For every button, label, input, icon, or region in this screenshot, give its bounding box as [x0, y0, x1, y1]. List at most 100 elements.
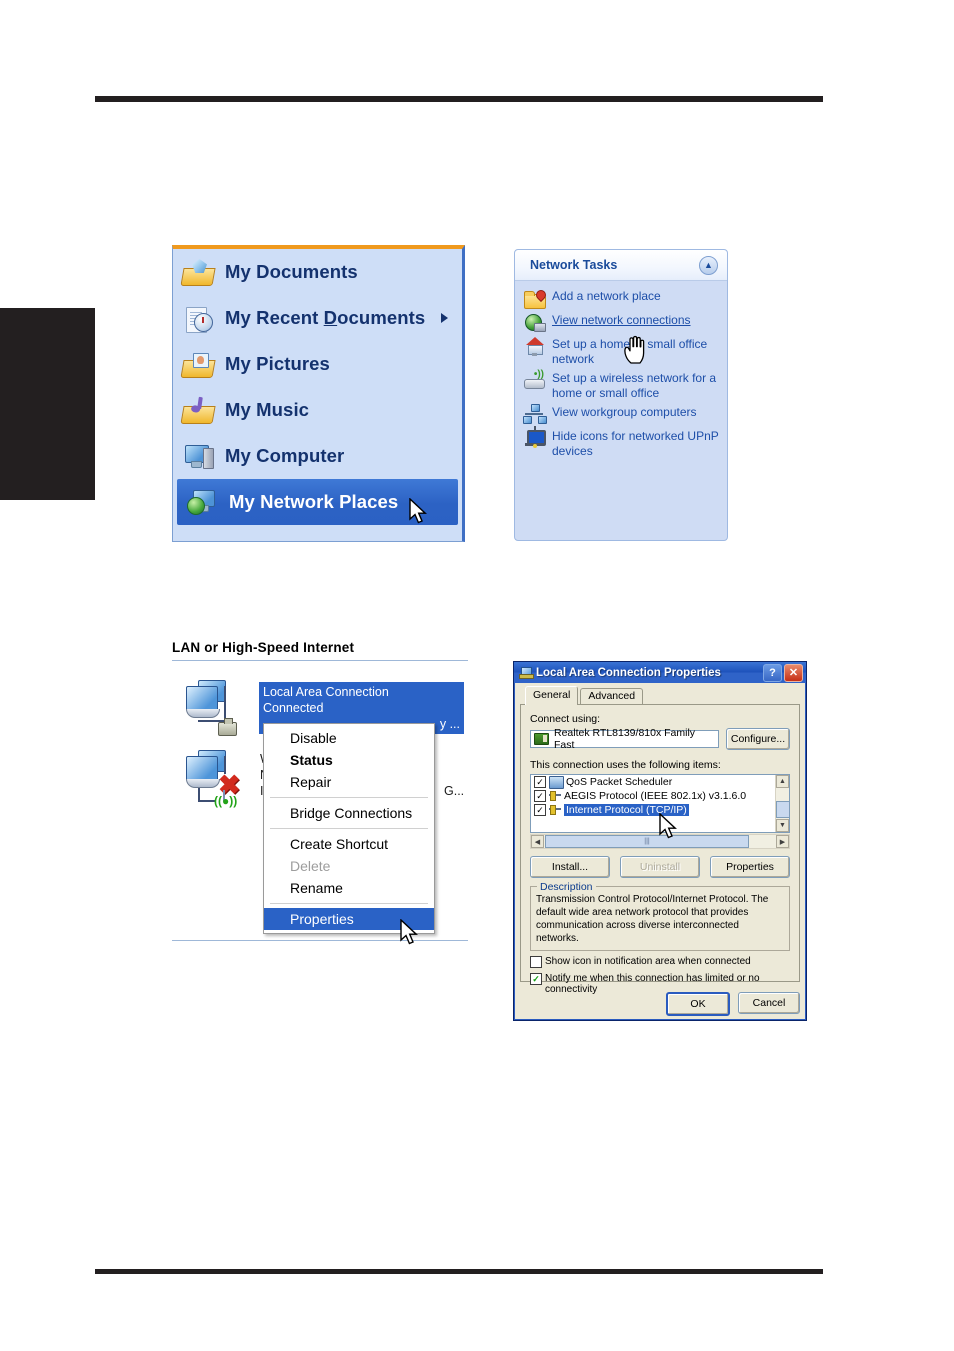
network-adapter-icon: [534, 733, 549, 745]
context-menu-separator: [270, 828, 428, 829]
network-task-label: Set up a wireless network for a home or …: [552, 371, 717, 400]
context-menu-item-rename[interactable]: Rename: [264, 877, 434, 899]
component-checkbox[interactable]: ✓: [534, 790, 546, 802]
cancel-button[interactable]: Cancel: [738, 992, 800, 1014]
header-rule: [95, 96, 823, 102]
network-tasks-list: Add a network place View network connect…: [515, 281, 727, 468]
mouse-pointer-icon: [659, 813, 677, 839]
local-area-connection-properties-dialog: Local Area Connection Properties ? ✕ Gen…: [513, 661, 807, 1021]
scroll-up-button[interactable]: ▲: [776, 775, 789, 788]
setup-home-network-icon: [523, 336, 547, 357]
show-icon-checkbox[interactable]: [530, 956, 542, 968]
dialog-tabstrip: General Advanced: [520, 686, 800, 705]
start-menu-item-label: My Recent Documents: [225, 307, 426, 328]
document-page: My Documents My Recent Documents My Pict…: [0, 0, 954, 1351]
ok-button[interactable]: OK: [666, 992, 730, 1016]
network-task-label: Hide icons for networked UPnP devices: [552, 429, 719, 458]
uninstall-button: Uninstall: [620, 856, 700, 878]
folder-music-icon: [180, 395, 216, 425]
tab-advanced[interactable]: Advanced: [580, 688, 644, 705]
scroll-down-button[interactable]: ▼: [776, 819, 789, 832]
mouse-pointer-icon: [400, 919, 418, 945]
protocol-icon: [549, 790, 562, 802]
view-workgroup-computers-icon: [523, 404, 547, 425]
context-menu-separator: [270, 903, 428, 904]
context-menu-item-repair[interactable]: Repair: [264, 771, 434, 793]
show-icon-checkbox-row[interactable]: Show icon in notification area when conn…: [530, 956, 790, 968]
listbox-vertical-scrollbar[interactable]: ▲ ▼: [775, 775, 789, 832]
network-task-label: View workgroup computers: [552, 405, 697, 419]
qos-scheduler-icon: [549, 775, 564, 789]
close-icon[interactable]: ✕: [784, 663, 803, 682]
connection-detail: y ...: [439, 717, 460, 731]
connect-using-label: Connect using:: [530, 713, 601, 725]
hand-cursor-icon: [624, 335, 645, 364]
start-menu-item-my-pictures[interactable]: My Pictures: [173, 341, 462, 387]
scroll-track[interactable]: [750, 835, 776, 848]
start-menu-item-my-computer[interactable]: My Computer: [173, 433, 462, 479]
tab-general[interactable]: General: [525, 686, 579, 705]
context-menu-item-bridge-connections[interactable]: Bridge Connections: [264, 802, 434, 824]
upnp-devices-icon: [523, 426, 547, 449]
view-network-connections-icon: [523, 312, 547, 333]
my-network-places-icon: [185, 487, 219, 517]
list-item[interactable]: ✓ AEGIS Protocol (IEEE 802.1x) v3.1.6.0: [531, 789, 789, 803]
protocol-icon: [549, 804, 562, 816]
component-checkbox[interactable]: ✓: [534, 776, 546, 788]
component-buttons-row: Install... Uninstall Properties: [530, 856, 790, 878]
network-task-add-a-network-place[interactable]: Add a network place: [523, 287, 721, 309]
context-menu-item-create-shortcut[interactable]: Create Shortcut: [264, 833, 434, 855]
lan-section-bottom-divider: [172, 940, 468, 941]
network-task-setup-wireless-network[interactable]: •)) Set up a wireless network for a home…: [523, 370, 721, 401]
network-task-view-workgroup-computers[interactable]: View workgroup computers: [523, 404, 721, 425]
context-menu-separator: [270, 797, 428, 798]
network-tasks-header: Network Tasks ▲: [515, 250, 727, 281]
folder-documents-icon: [180, 257, 216, 287]
folder-pictures-icon: [180, 349, 216, 379]
adapter-field: Realtek RTL8139/810x Family Fast: [530, 727, 719, 751]
scroll-thumb[interactable]: |||: [545, 835, 749, 848]
scroll-right-button[interactable]: ▶: [776, 835, 789, 848]
component-checkbox[interactable]: ✓: [534, 804, 546, 816]
connection-status: Connected: [263, 700, 324, 715]
notify-limited-connectivity-checkbox[interactable]: ✓: [530, 973, 542, 985]
description-groupbox: Description Transmission Control Protoco…: [530, 881, 790, 951]
chevron-up-icon[interactable]: ▲: [699, 255, 718, 275]
network-task-label: View network connections: [552, 313, 691, 327]
network-task-view-network-connections[interactable]: View network connections: [523, 312, 721, 333]
start-menu-item-label: My Music: [225, 399, 310, 420]
lan-connected-icon: [178, 678, 250, 740]
network-connection-icon: [519, 666, 534, 679]
start-menu-panel: My Documents My Recent Documents My Pict…: [172, 245, 465, 542]
scroll-left-button[interactable]: ◀: [531, 835, 544, 848]
recent-documents-icon: [181, 303, 215, 333]
dialog-footer: OK Cancel: [666, 992, 800, 1016]
mouse-pointer-icon: [409, 498, 427, 524]
context-menu-item-status[interactable]: Status: [264, 749, 434, 771]
description-title: Description: [537, 881, 596, 893]
start-menu-item-my-documents[interactable]: My Documents: [173, 249, 462, 295]
dialog-titlebar[interactable]: Local Area Connection Properties ? ✕: [514, 662, 806, 683]
start-menu-item-my-music[interactable]: My Music: [173, 387, 462, 433]
install-button[interactable]: Install...: [530, 856, 610, 878]
context-menu-item-delete: Delete: [290, 858, 331, 874]
lan-section-divider: [172, 660, 468, 661]
properties-button[interactable]: Properties: [710, 856, 790, 878]
help-button[interactable]: ?: [763, 663, 782, 682]
list-item[interactable]: ✓ QoS Packet Scheduler: [531, 775, 789, 789]
adapter-name: Realtek RTL8139/810x Family Fast: [554, 727, 696, 751]
network-task-label: Add a network place: [552, 289, 661, 303]
context-menu-item-disable[interactable]: Disable: [264, 727, 434, 749]
my-computer-icon: [181, 441, 215, 471]
start-menu-item-label: My Documents: [225, 261, 358, 282]
footer-rule: [95, 1269, 823, 1274]
scroll-thumb[interactable]: [776, 801, 789, 818]
wireless-disconnected-icon: ✖ ((●)): [178, 748, 250, 810]
general-tab-panel: Connect using: Realtek RTL8139/810x Fami…: [520, 704, 800, 995]
start-menu-item-my-recent-documents[interactable]: My Recent Documents: [173, 295, 462, 341]
network-tasks-title: Network Tasks: [530, 258, 618, 272]
start-menu-item-label: My Network Places: [229, 491, 399, 512]
configure-button[interactable]: Configure...: [726, 728, 790, 750]
connection-context-menu: Disable Status Repair Bridge Connections…: [263, 723, 435, 934]
network-task-hide-upnp-icons[interactable]: Hide icons for networked UPnP devices: [523, 426, 721, 459]
